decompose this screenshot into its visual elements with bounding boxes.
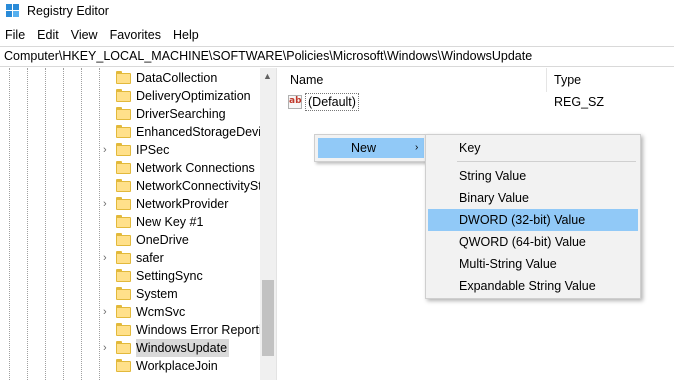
folder-icon [116, 71, 131, 84]
string-value-icon: ab [288, 95, 302, 109]
pane-splitter[interactable] [276, 68, 280, 380]
tree-item-label: DeliveryOptimization [136, 89, 251, 103]
tree-item[interactable]: DeliveryOptimization [0, 87, 260, 105]
context-menu-new-label: New [351, 141, 377, 155]
folder-icon [116, 269, 131, 282]
tree-item[interactable]: › IPSec [0, 141, 260, 159]
tree-item-label: OneDrive [136, 233, 189, 247]
tree-item[interactable]: › NetworkProvider [0, 195, 260, 213]
value-type: REG_SZ [554, 95, 605, 109]
value-name: (Default) [305, 93, 359, 111]
expand-chevron-icon[interactable]: › [103, 339, 113, 357]
submenu-item[interactable]: QWORD (64-bit) Value [428, 231, 638, 253]
menu-file[interactable]: File [0, 24, 31, 46]
tree-item-label: New Key #1 [136, 215, 204, 229]
menu-view[interactable]: View [65, 24, 104, 46]
tree-item[interactable]: Windows Error Reporting [0, 321, 260, 339]
expand-chevron-icon[interactable]: › [103, 141, 113, 159]
menu-favorites[interactable]: Favorites [104, 24, 167, 46]
context-menu: New › [314, 134, 428, 162]
tree-item-label: DataCollection [136, 71, 218, 85]
menu-bar: File Edit View Favorites Help [0, 24, 674, 46]
tree-item[interactable]: › WcmSvc [0, 303, 260, 321]
folder-icon [116, 359, 131, 372]
new-submenu: Key String Value Binary Value DWORD (32-bi… [425, 134, 641, 299]
menu-edit[interactable]: Edit [31, 24, 65, 46]
submenu-item[interactable]: Multi-String Value [428, 253, 638, 275]
address-bar[interactable]: Computer\HKEY_LOCAL_MACHINE\SOFTWARE\Pol… [0, 46, 674, 67]
tree-item[interactable]: OneDrive [0, 231, 260, 249]
submenu-key[interactable]: Key [428, 137, 638, 159]
tree-item[interactable]: Network Connections [0, 159, 260, 177]
tree-item[interactable]: › WindowsUpdate [0, 339, 260, 357]
folder-icon [116, 197, 131, 210]
tree-item-label: EnhancedStorageDevices [136, 125, 260, 139]
tree-item-label: safer [136, 251, 164, 265]
tree-item[interactable]: EnhancedStorageDevices [0, 123, 260, 141]
submenu-item[interactable]: Binary Value [428, 187, 638, 209]
expand-chevron-icon[interactable]: › [103, 303, 113, 321]
title-bar: Registry Editor [0, 0, 674, 24]
folder-icon [116, 341, 131, 354]
folder-icon [116, 125, 131, 138]
value-row[interactable]: ab (Default) REG_SZ [281, 93, 674, 111]
tree-item-label: WindowsUpdate [136, 339, 230, 357]
tree-item[interactable]: WorkplaceJoin [0, 357, 260, 375]
folder-icon [116, 287, 131, 300]
tree-item[interactable]: New Key #1 [0, 213, 260, 231]
tree-item[interactable]: NetworkConnectivityStatusIndicator [0, 177, 260, 195]
submenu-separator [457, 161, 636, 162]
submenu-item[interactable]: Expandable String Value [428, 275, 638, 297]
column-separator[interactable] [546, 68, 547, 92]
tree-item[interactable]: DriverSearching [0, 105, 260, 123]
tree-item[interactable]: DataCollection [0, 69, 260, 87]
folder-icon [116, 179, 131, 192]
tree-item-label: DriverSearching [136, 107, 226, 121]
submenu-item[interactable]: DWORD (32-bit) Value [428, 209, 638, 231]
column-header-type[interactable]: Type [554, 68, 581, 92]
menu-help[interactable]: Help [167, 24, 205, 46]
column-header-name[interactable]: Name [290, 68, 323, 92]
submenu-item[interactable]: String Value [428, 165, 638, 187]
tree-item[interactable]: SettingSync [0, 267, 260, 285]
folder-icon [116, 233, 131, 246]
tree-item-label: Windows Error Reporting [136, 323, 260, 337]
context-menu-new[interactable]: New › [318, 138, 424, 158]
expand-chevron-icon[interactable]: › [103, 249, 113, 267]
tree-item-label: Network Connections [136, 161, 255, 175]
folder-icon [116, 107, 131, 120]
tree-item-label: WorkplaceJoin [136, 359, 218, 373]
folder-icon [116, 161, 131, 174]
folder-icon [116, 323, 131, 336]
folder-icon [116, 215, 131, 228]
tree-item-label: IPSec [136, 143, 170, 157]
folder-icon [116, 251, 131, 264]
chevron-right-icon: › [415, 142, 419, 153]
tree-item-label: WcmSvc [136, 305, 186, 319]
folder-icon [116, 305, 131, 318]
scrollbar-thumb[interactable] [262, 280, 274, 356]
folder-icon [116, 89, 131, 102]
tree-scrollbar[interactable]: ▲ [260, 68, 276, 380]
window-title: Registry Editor [27, 4, 109, 18]
registry-tree: DataCollection DeliveryOptimization Driver… [0, 68, 276, 380]
tree-item[interactable]: System [0, 285, 260, 303]
tree-item-label: SettingSync [136, 269, 203, 283]
scroll-up-arrow-icon[interactable]: ▲ [263, 71, 272, 81]
expand-chevron-icon[interactable]: › [103, 195, 113, 213]
folder-icon [116, 143, 131, 156]
tree-item-label: NetworkConnectivityStatusIndicator [136, 179, 260, 193]
registry-editor-icon [6, 4, 20, 18]
tree-item[interactable]: › safer [0, 249, 260, 267]
tree-item-label: NetworkProvider [136, 197, 229, 211]
tree-item-label: System [136, 287, 178, 301]
